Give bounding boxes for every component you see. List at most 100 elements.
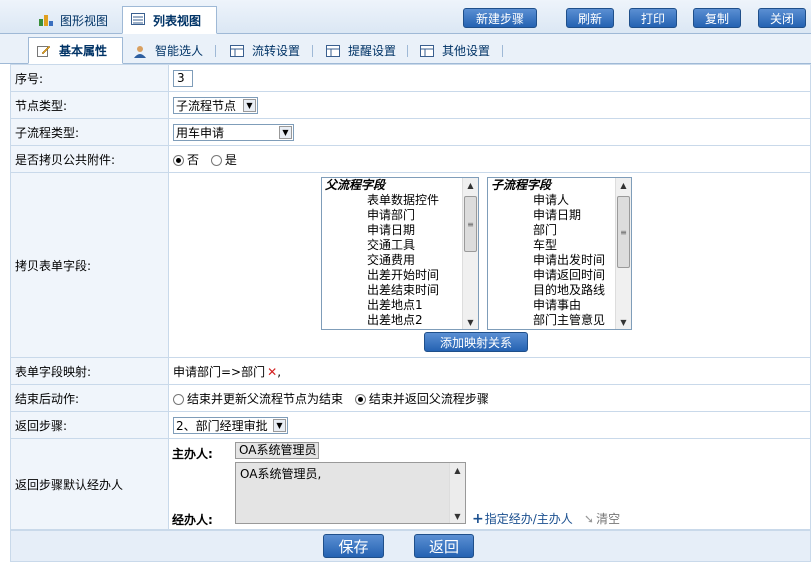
handler-textarea[interactable]: OA系统管理员, ▲ ▼ — [235, 462, 466, 524]
list-item[interactable]: 目的地及路线 — [488, 283, 631, 298]
print-button[interactable]: 打印 — [629, 8, 677, 28]
end-action-opt2-radio[interactable] — [354, 393, 366, 405]
return-step-value: 2、部门经理审批 — [176, 418, 268, 433]
tab-list-view[interactable]: 列表视图 — [122, 6, 217, 34]
scroll-down-icon[interactable]: ▼ — [616, 315, 631, 329]
assign-handler-label: 指定经办/主办人 — [484, 512, 573, 526]
tab-divider — [407, 45, 408, 57]
scroll-up-icon[interactable]: ▲ — [463, 178, 478, 192]
list-item[interactable]: 交通工具 — [322, 238, 478, 253]
child-fields-listbox[interactable]: 子流程字段 申请人 申请日期 部门 车型 申请出发时间 申请返回时间 目的地及路… — [487, 177, 632, 330]
plus-icon: + — [472, 510, 484, 527]
tab-list-view-label: 列表视图 — [153, 13, 202, 28]
sub-type-select[interactable]: 用车申请 ▼ — [173, 123, 294, 141]
tab-smart-select[interactable]: 智能选人 — [125, 37, 211, 64]
top-toolbar: 图形视图 列表视图 新建步骤 刷新 打印 复制 关闭 — [0, 0, 811, 34]
scrollbar[interactable]: ▲ ▼ — [449, 463, 465, 523]
parent-fields-listbox[interactable]: 父流程字段 表单数据控件 申请部门 申请日期 交通工具 交通费用 出差开始时间 … — [321, 177, 479, 330]
list-item[interactable]: 申请日期 — [488, 208, 631, 223]
scroll-thumb[interactable]: ≡ — [617, 196, 630, 268]
tab-graph-view-label: 图形视图 — [60, 13, 109, 28]
mapping-value: 申请部门=>部门 — [173, 364, 266, 379]
handler-value: OA系统管理员, — [240, 467, 322, 481]
list-item[interactable]: 出差地点2 — [322, 313, 478, 328]
list-item[interactable]: 出差开始时间 — [322, 268, 478, 283]
scroll-thumb[interactable]: ≡ — [464, 196, 477, 252]
default-handler-label: 返回步骤默认经办人 — [10, 438, 169, 530]
end-action-opt1-radio[interactable] — [173, 393, 184, 405]
scroll-up-icon[interactable]: ▲ — [450, 463, 465, 477]
list-item[interactable]: 申请部门 — [322, 208, 478, 223]
back-button[interactable]: 返回 — [414, 534, 474, 558]
delete-icon[interactable]: ✕ — [267, 365, 277, 379]
scrollbar[interactable]: ▲ ≡ ▼ — [462, 178, 478, 329]
clear-label: 清空 — [596, 512, 621, 526]
property-tabs: 基本属性 智能选人 流转设置 提醒设置 其他设置 — [0, 34, 811, 64]
table-icon — [326, 44, 340, 57]
assign-handler-link[interactable]: + 指定经办/主办人 — [472, 510, 573, 527]
tab-flow-settings[interactable]: 流转设置 — [222, 37, 308, 64]
list-item[interactable]: 出差结束时间 — [322, 283, 478, 298]
sub-type-label: 子流程类型: — [10, 118, 169, 146]
list-item[interactable]: 表单数据控件 — [322, 193, 478, 208]
list-item[interactable]: 申请出发时间 — [488, 253, 631, 268]
save-button[interactable]: 保存 — [323, 534, 384, 558]
list-item[interactable]: 车型 — [488, 238, 631, 253]
seq-label: 序号: — [10, 64, 169, 92]
tab-flow-settings-label: 流转设置 — [252, 44, 301, 58]
sub-type-value: 用车申请 — [176, 125, 225, 140]
form-footer — [10, 530, 811, 562]
new-step-button[interactable]: 新建步骤 — [463, 8, 537, 28]
node-type-label: 节点类型: — [10, 91, 169, 119]
tab-divider — [215, 45, 216, 57]
chart-icon — [38, 13, 54, 27]
chevron-down-icon: ▼ — [279, 125, 292, 139]
list-item[interactable]: 申请事由 — [488, 298, 631, 313]
close-button[interactable]: 关闭 — [758, 8, 806, 28]
copy-fields-label: 拷贝表单字段: — [10, 172, 169, 358]
list-item[interactable]: 申请返回时间 — [488, 268, 631, 283]
node-type-select[interactable]: 子流程节点 ▼ — [173, 96, 258, 114]
list-item[interactable]: 交通费用 — [322, 253, 478, 268]
refresh-button[interactable]: 刷新 — [566, 8, 614, 28]
node-type-value: 子流程节点 — [176, 98, 237, 113]
end-action-label: 结束后动作: — [10, 384, 169, 412]
copy-attach-no-radio[interactable] — [173, 154, 184, 166]
scroll-down-icon[interactable]: ▼ — [463, 315, 478, 329]
end-action-opt1-label: 结束并更新父流程节点为结束 — [187, 391, 344, 406]
list-item[interactable]: 申请人 — [488, 193, 631, 208]
scroll-up-icon[interactable]: ▲ — [616, 178, 631, 192]
tab-reminder-settings[interactable]: 提醒设置 — [318, 37, 404, 64]
tab-basic-properties-label: 基本属性 — [59, 44, 108, 58]
clear-icon: ➘ — [584, 511, 595, 526]
table-icon — [230, 44, 244, 57]
host-input[interactable]: OA系统管理员 — [235, 442, 319, 459]
clear-link[interactable]: ➘ 清空 — [584, 510, 620, 527]
list-item[interactable]: 部门主管意见 — [488, 313, 631, 328]
tab-basic-properties[interactable]: 基本属性 — [28, 37, 123, 64]
list-item[interactable]: 申请日期 — [322, 223, 478, 238]
list-icon — [131, 13, 147, 27]
host-label: 主办人: — [172, 447, 213, 461]
tab-other-settings-label: 其他设置 — [442, 44, 491, 58]
return-step-select[interactable]: 2、部门经理审批 ▼ — [173, 416, 288, 434]
mapping-separator: , — [277, 364, 282, 379]
end-action-opt2-label: 结束并返回父流程步骤 — [368, 391, 489, 406]
copy-attach-yes-radio[interactable] — [210, 154, 222, 166]
user-icon — [133, 45, 147, 58]
scroll-down-icon[interactable]: ▼ — [450, 509, 465, 523]
copy-button[interactable]: 复制 — [693, 8, 741, 28]
scrollbar[interactable]: ▲ ≡ ▼ — [615, 178, 631, 329]
tab-other-settings[interactable]: 其他设置 — [412, 37, 498, 64]
seq-input[interactable]: 3 — [173, 69, 193, 87]
parent-fields-header: 父流程字段 — [325, 178, 386, 192]
list-item[interactable]: 部门 — [488, 223, 631, 238]
tab-graph-view[interactable]: 图形视图 — [30, 6, 116, 34]
chevron-down-icon: ▼ — [273, 418, 286, 432]
tab-smart-select-label: 智能选人 — [155, 44, 204, 58]
add-mapping-button[interactable]: 添加映射关系 — [424, 332, 528, 352]
list-item[interactable]: 出差地点1 — [322, 298, 478, 313]
table-icon — [420, 44, 434, 57]
return-step-label: 返回步骤: — [10, 411, 169, 439]
tab-divider — [312, 45, 313, 57]
